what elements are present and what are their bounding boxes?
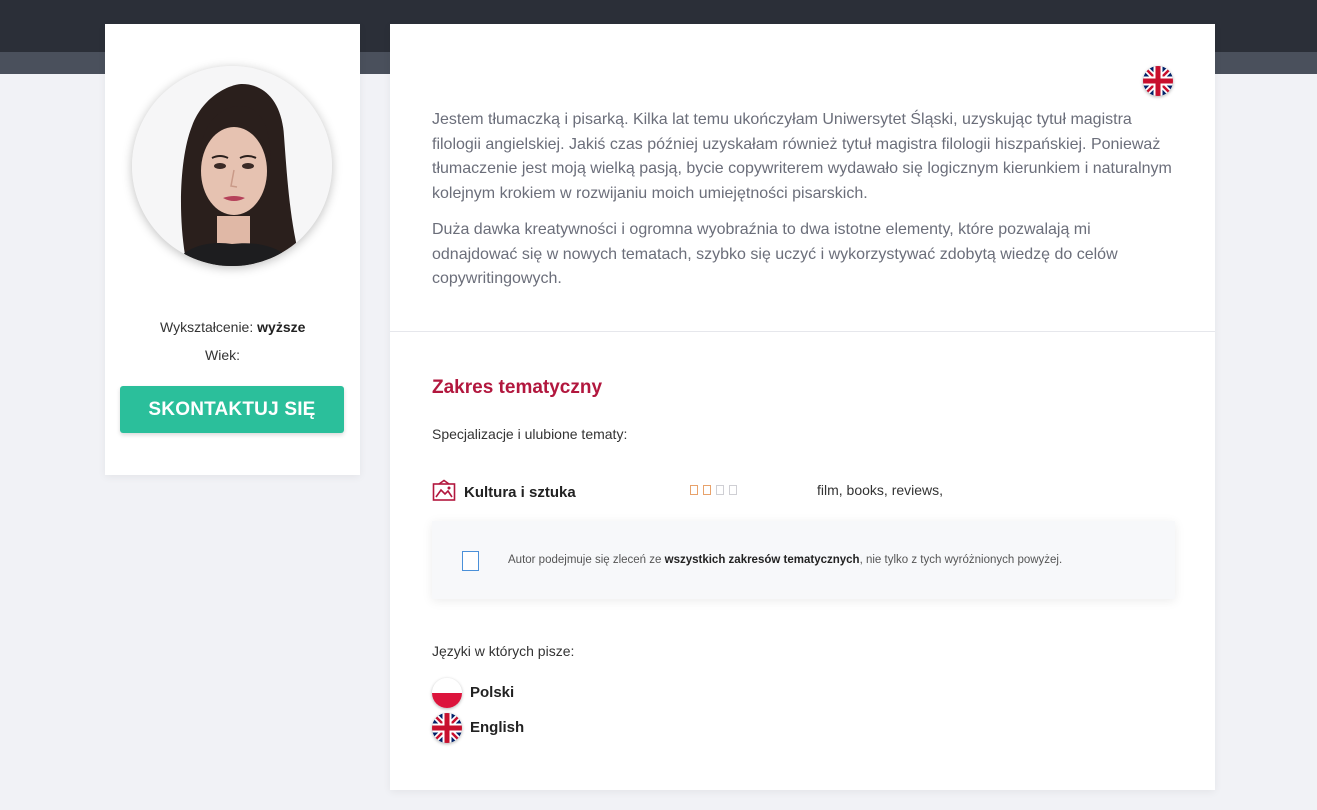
topic-name: Kultura i sztuka bbox=[464, 484, 576, 501]
notice-suffix: , nie tylko z tych wyróżnionych powyżej. bbox=[859, 554, 1063, 566]
topics-subtitle: Specjalizacje i ulubione tematy: bbox=[432, 426, 628, 442]
education-label: Wykształcenie: bbox=[160, 319, 254, 335]
star-icon bbox=[690, 485, 698, 495]
divider bbox=[390, 331, 1215, 332]
main-card: Jestem tłumaczką i pisarką. Kilka lat te… bbox=[390, 24, 1215, 790]
age-row: Wiek: bbox=[205, 347, 240, 363]
contact-button[interactable]: SKONTAKTUJ SIĘ bbox=[120, 386, 344, 433]
uk-flag-icon bbox=[432, 713, 462, 743]
education-value: wyższe bbox=[257, 319, 306, 335]
bio-paragraph-1: Jestem tłumaczką i pisarką. Kilka lat te… bbox=[432, 111, 1172, 202]
profile-card: Wykształcenie: wyższe Wiek: SKONTAKTUJ S… bbox=[105, 24, 360, 475]
age-label: Wiek: bbox=[205, 347, 240, 363]
language-name: English bbox=[470, 719, 525, 736]
topics-title: Zakres tematyczny bbox=[432, 377, 603, 398]
pl-flag-icon bbox=[432, 678, 462, 708]
languages-title: Języki w których pisze: bbox=[432, 643, 575, 659]
star-empty-icon bbox=[729, 485, 737, 495]
all-topics-notice: Autor podejmuje się zleceń ze wszystkich… bbox=[432, 521, 1175, 599]
notice-text: Autor podejmuje się zleceń ze wszystkich… bbox=[508, 554, 1062, 566]
topic-rating bbox=[690, 483, 742, 498]
star-empty-icon bbox=[716, 485, 724, 495]
avatar bbox=[132, 66, 332, 266]
bio-paragraph-2: Duża dawka kreatywności i ogromna wyobra… bbox=[432, 221, 1118, 287]
notice-bold: wszystkich zakresów tematycznych bbox=[664, 554, 860, 566]
notice-checkbox[interactable] bbox=[462, 551, 479, 571]
uk-flag-icon[interactable] bbox=[1143, 66, 1173, 96]
avatar-photo bbox=[132, 66, 332, 266]
topic-tags: film, books, reviews, bbox=[817, 482, 944, 498]
topic-row: Kultura i sztuka film, books, reviews, bbox=[432, 479, 1177, 505]
notice-prefix: Autor podejmuje się zleceń ze bbox=[508, 554, 665, 566]
education-row: Wykształcenie: wyższe bbox=[160, 319, 305, 335]
star-icon bbox=[703, 485, 711, 495]
art-gallery-icon bbox=[432, 479, 456, 501]
bio-text: Jestem tłumaczką i pisarką. Kilka lat te… bbox=[432, 108, 1177, 304]
language-name: Polski bbox=[470, 684, 515, 701]
